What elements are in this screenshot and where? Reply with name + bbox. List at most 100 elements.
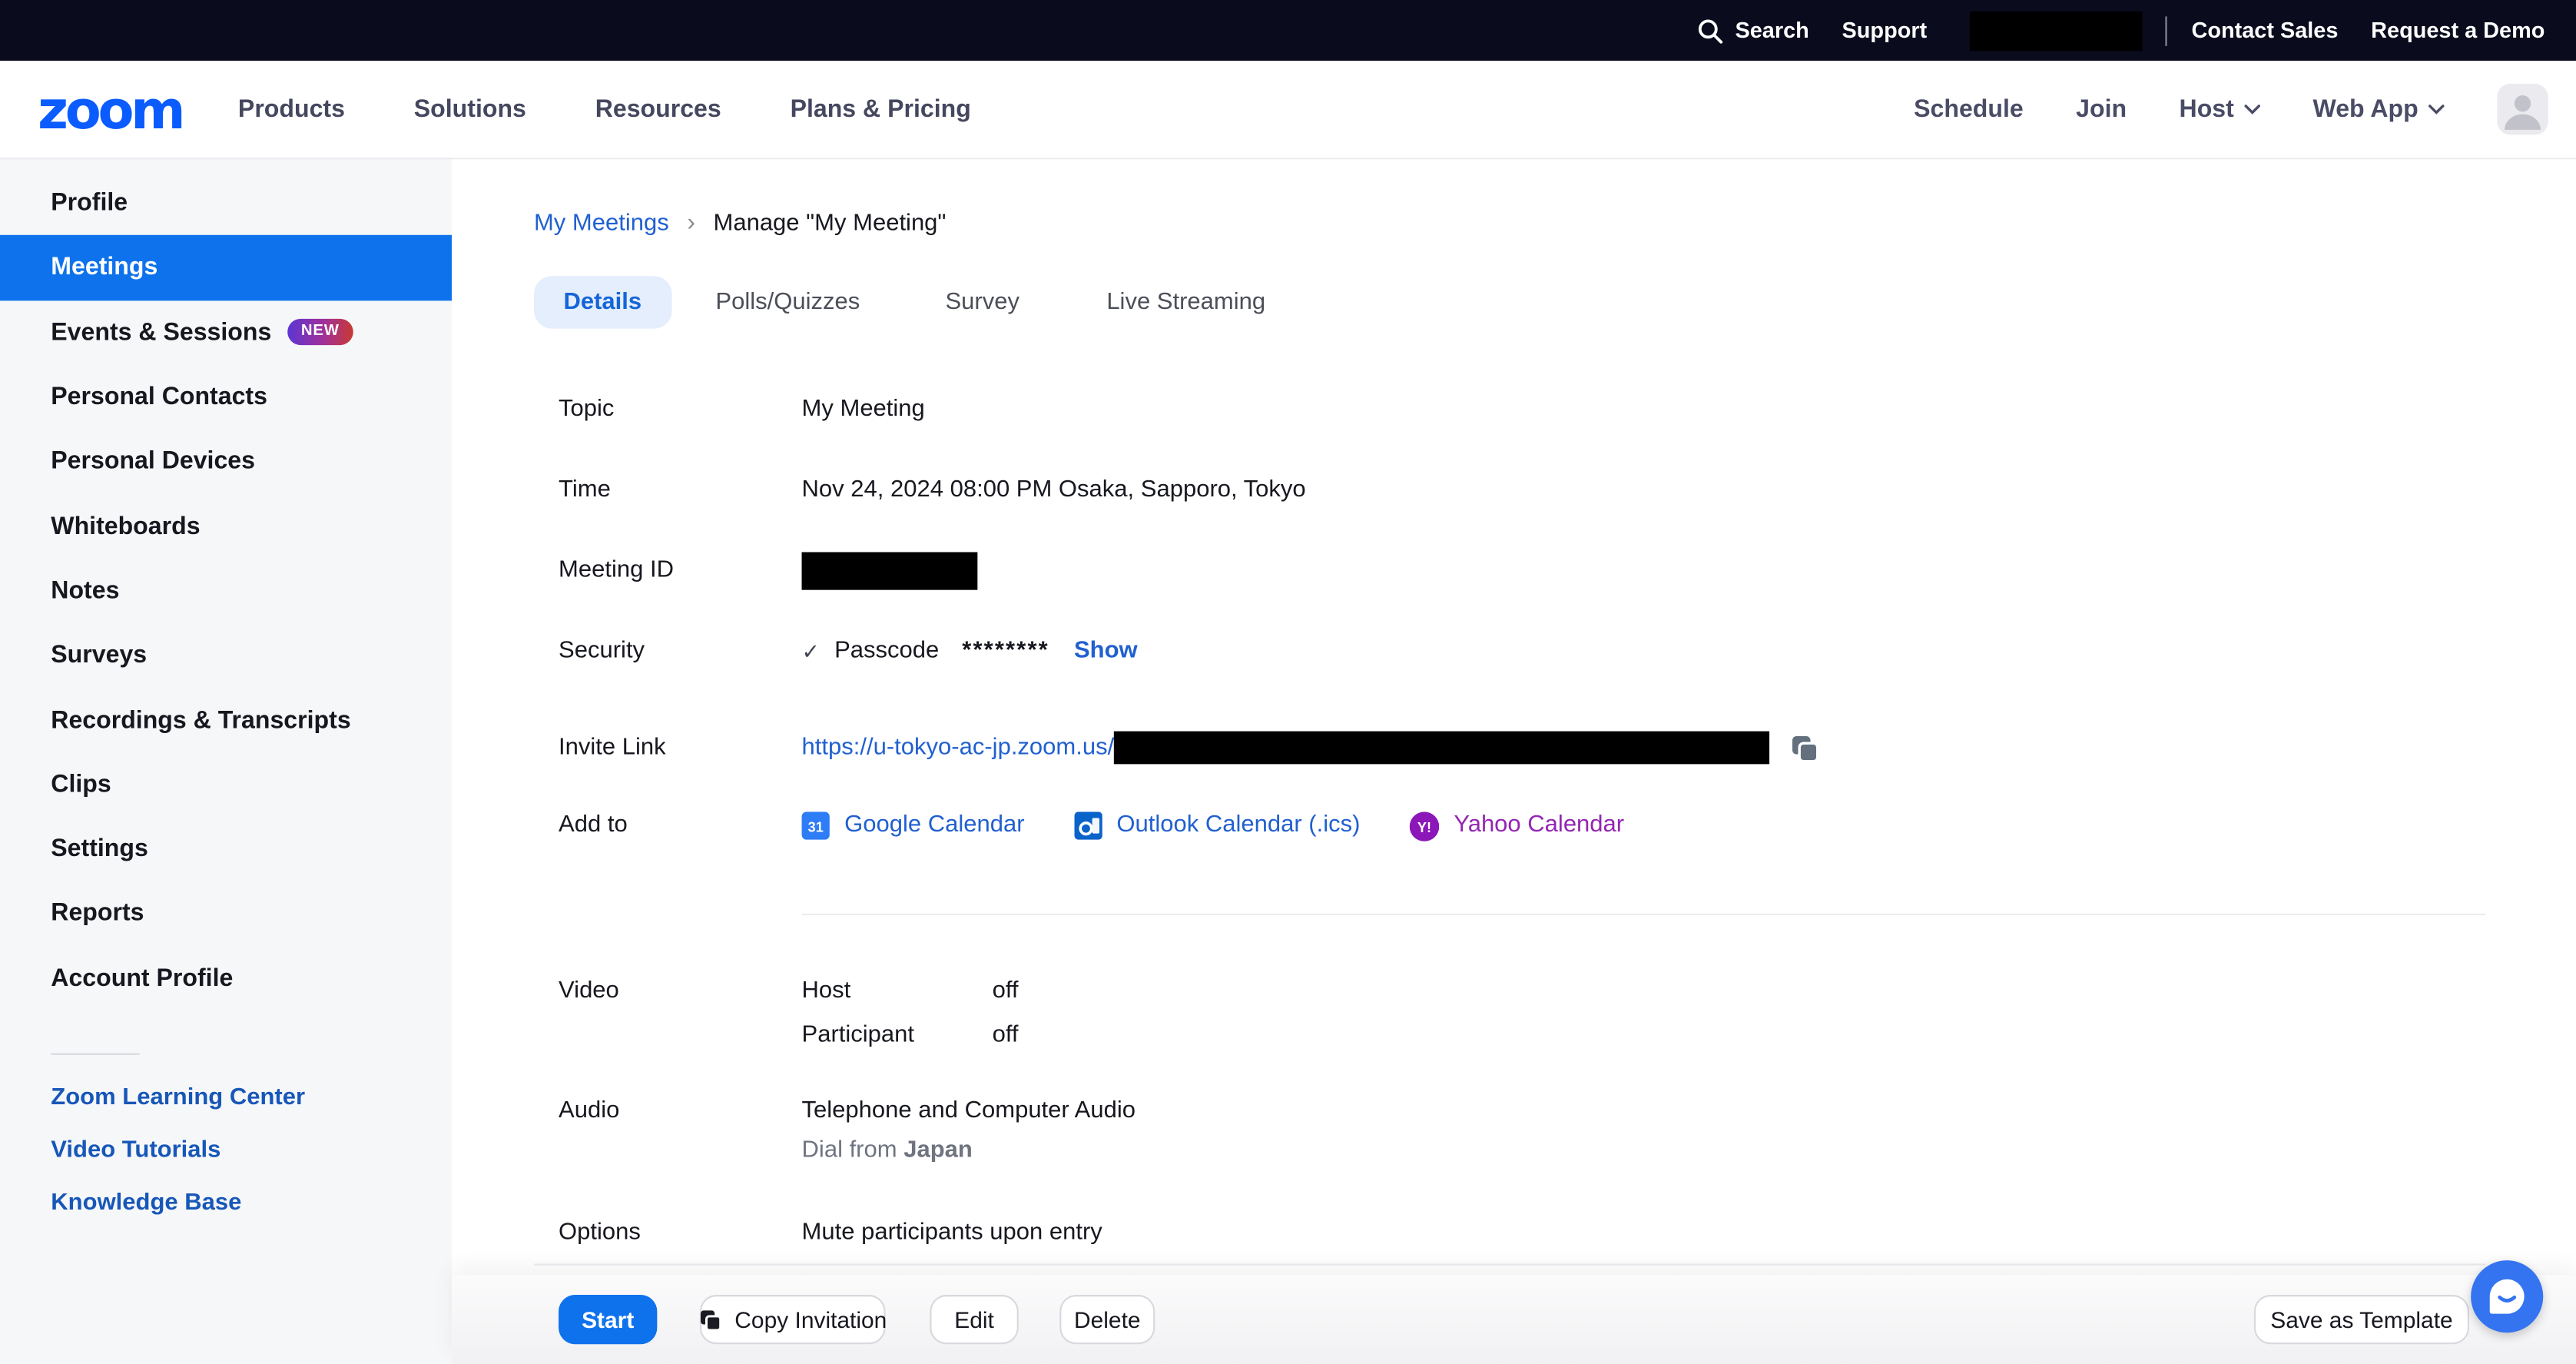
audio-value: Telephone and Computer Audio — [802, 1096, 1135, 1127]
sidebar-item-personal-contacts[interactable]: Personal Contacts — [0, 364, 452, 429]
breadcrumb-my-meetings[interactable]: My Meetings — [534, 210, 669, 236]
sidebar-link-video-tutorials[interactable]: Video Tutorials — [51, 1137, 220, 1163]
sidebar-item-reports[interactable]: Reports — [0, 881, 452, 946]
new-badge: NEW — [288, 319, 353, 345]
sidebar-item-account-profile[interactable]: Account Profile — [0, 946, 452, 1011]
topbar-divider — [2165, 15, 2167, 45]
main-content: My Meetings › Manage "My Meeting" Detail… — [452, 159, 2576, 1363]
yahoo-calendar-icon: Y! — [1410, 811, 1439, 840]
redacted-invite-link — [1114, 732, 1769, 765]
sidebar-link-knowledge-base[interactable]: Knowledge Base — [51, 1190, 241, 1216]
tab-live-streaming[interactable]: Live Streaming — [1106, 276, 1265, 328]
search-button[interactable]: Search — [1697, 17, 1809, 43]
add-to-outlook-calendar-ics-link[interactable]: Outlook Calendar (.ics) — [1074, 810, 1361, 841]
calendar-link-label: Google Calendar — [844, 810, 1024, 841]
video-host-value: off — [993, 976, 1019, 1007]
nav-item-products[interactable]: Products — [238, 95, 345, 123]
tab-details[interactable]: Details — [534, 276, 671, 328]
security-label: Security — [559, 636, 801, 668]
avatar[interactable] — [2497, 84, 2548, 134]
sidebar-item-label: Personal Contacts — [51, 383, 267, 410]
tab-bar: Details Polls/Quizzes Survey Live Streaming — [534, 276, 1265, 328]
chevron-down-icon — [2244, 104, 2260, 115]
host-menu[interactable]: Host — [2180, 95, 2261, 123]
video-label: Video — [559, 976, 801, 1007]
sidebar-item-label: Account Profile — [51, 964, 233, 992]
add-to-google-calendar-link[interactable]: 31 Google Calendar — [802, 810, 1025, 841]
dial-from-text: Dial from Japan — [802, 1136, 1135, 1167]
add-to-yahoo-calendar-link[interactable]: Y! Yahoo Calendar — [1410, 810, 1625, 841]
topic-label: Topic — [559, 394, 801, 426]
sidebar-item-label: Recordings & Transcripts — [51, 705, 350, 733]
action-bar: Start Copy Invitation Edit Delete Save a… — [452, 1275, 2576, 1363]
svg-text:31: 31 — [808, 819, 824, 835]
sidebar-item-clips[interactable]: Clips — [0, 752, 452, 817]
video-participant-label: Participant — [802, 1021, 993, 1052]
invite-link-label: Invite Link — [559, 732, 801, 764]
section-divider — [534, 1263, 2485, 1265]
sidebar-item-whiteboards[interactable]: Whiteboards — [0, 494, 452, 559]
sidebar-item-surveys[interactable]: Surveys — [0, 623, 452, 688]
chat-bubble-icon — [2485, 1275, 2528, 1318]
edit-button[interactable]: Edit — [930, 1295, 1018, 1344]
calendar-link-label: Yahoo Calendar — [1454, 810, 1624, 841]
dial-from-prefix: Dial from — [802, 1137, 904, 1163]
redacted-phone-number — [1970, 11, 2143, 50]
sidebar-item-meetings[interactable]: Meetings — [0, 235, 452, 300]
tab-survey[interactable]: Survey — [945, 276, 1019, 328]
nav-item-plans-pricing[interactable]: Plans & Pricing — [791, 95, 971, 123]
sidebar-item-label: Surveys — [51, 641, 147, 669]
sidebar-item-settings[interactable]: Settings — [0, 817, 452, 881]
sidebar-item-personal-devices[interactable]: Personal Devices — [0, 430, 452, 494]
top-promo-bar: Search Support Contact Sales Request a D… — [0, 0, 2576, 61]
show-passcode-link[interactable]: Show — [1074, 636, 1138, 668]
zoom-logo[interactable]: zoom — [38, 83, 182, 135]
options-label: Options — [559, 1218, 801, 1250]
delete-button[interactable]: Delete — [1059, 1295, 1155, 1344]
primary-nav-items: Products Solutions Resources Plans & Pricin… — [238, 95, 971, 123]
request-demo-link[interactable]: Request a Demo — [2371, 18, 2545, 43]
time-label: Time — [559, 475, 801, 506]
contact-sales-link[interactable]: Contact Sales — [2191, 18, 2338, 43]
sidebar-divider — [51, 1053, 139, 1054]
sidebar-item-profile[interactable]: Profile — [0, 171, 452, 235]
copy-invite-link-icon[interactable] — [1789, 732, 1821, 764]
sidebar-item-events-sessions[interactable]: Events & Sessions NEW — [0, 300, 452, 364]
invite-link-url[interactable]: https://u-tokyo-ac-jp.zoom.us/ — [802, 732, 1115, 764]
tab-polls-quizzes[interactable]: Polls/Quizzes — [715, 276, 860, 328]
video-participant-value: off — [993, 1021, 1019, 1052]
copy-invitation-button[interactable]: Copy Invitation — [700, 1295, 886, 1344]
add-to-row: Add to 31Google CalendarOutlook Calendar… — [559, 810, 1624, 841]
start-button[interactable]: Start — [559, 1295, 657, 1344]
nav-item-resources[interactable]: Resources — [595, 95, 721, 123]
audio-label: Audio — [559, 1096, 801, 1127]
web-app-label: Web App — [2312, 95, 2418, 123]
audio-row: Audio Telephone and Computer Audio Dial … — [559, 1096, 1135, 1167]
nav-item-solutions[interactable]: Solutions — [414, 95, 526, 123]
calendar-links: 31 Google Calendar Outlook Calendar (.ics)… — [802, 810, 1625, 841]
support-link[interactable]: Support — [1842, 18, 1928, 43]
video-host-label: Host — [802, 976, 993, 1007]
breadcrumb-chevron-icon: › — [687, 209, 695, 237]
viewport: Search Support Contact Sales Request a D… — [0, 0, 2576, 1364]
web-app-menu[interactable]: Web App — [2312, 95, 2444, 123]
schedule-link[interactable]: Schedule — [1914, 95, 2024, 123]
chat-support-button[interactable] — [2471, 1260, 2543, 1332]
save-as-template-button[interactable]: Save as Template — [2254, 1295, 2469, 1344]
breadcrumb-current: Manage "My Meeting" — [714, 210, 947, 236]
sidebar-link-zoom-learning-center[interactable]: Zoom Learning Center — [51, 1084, 305, 1110]
join-link[interactable]: Join — [2076, 95, 2127, 123]
google-calendar-icon: 31 — [802, 811, 830, 839]
check-icon: ✓ — [802, 636, 820, 668]
sidebar-item-label: Events & Sessions — [51, 318, 271, 346]
passcode-label: Passcode — [834, 636, 939, 668]
search-icon — [1697, 17, 1723, 43]
dial-from-country: Japan — [903, 1137, 973, 1163]
main-nav: zoom Products Solutions Resources Plans & P… — [0, 61, 2576, 159]
time-row: Time Nov 24, 2024 08:00 PM Osaka, Sappor… — [559, 475, 1306, 506]
meeting-id-label: Meeting ID — [559, 556, 801, 587]
options-value: Mute participants upon entry — [802, 1218, 1102, 1250]
sidebar-item-notes[interactable]: Notes — [0, 559, 452, 623]
sidebar-item-recordings-transcripts[interactable]: Recordings & Transcripts — [0, 688, 452, 752]
svg-text:Y!: Y! — [1417, 819, 1431, 835]
